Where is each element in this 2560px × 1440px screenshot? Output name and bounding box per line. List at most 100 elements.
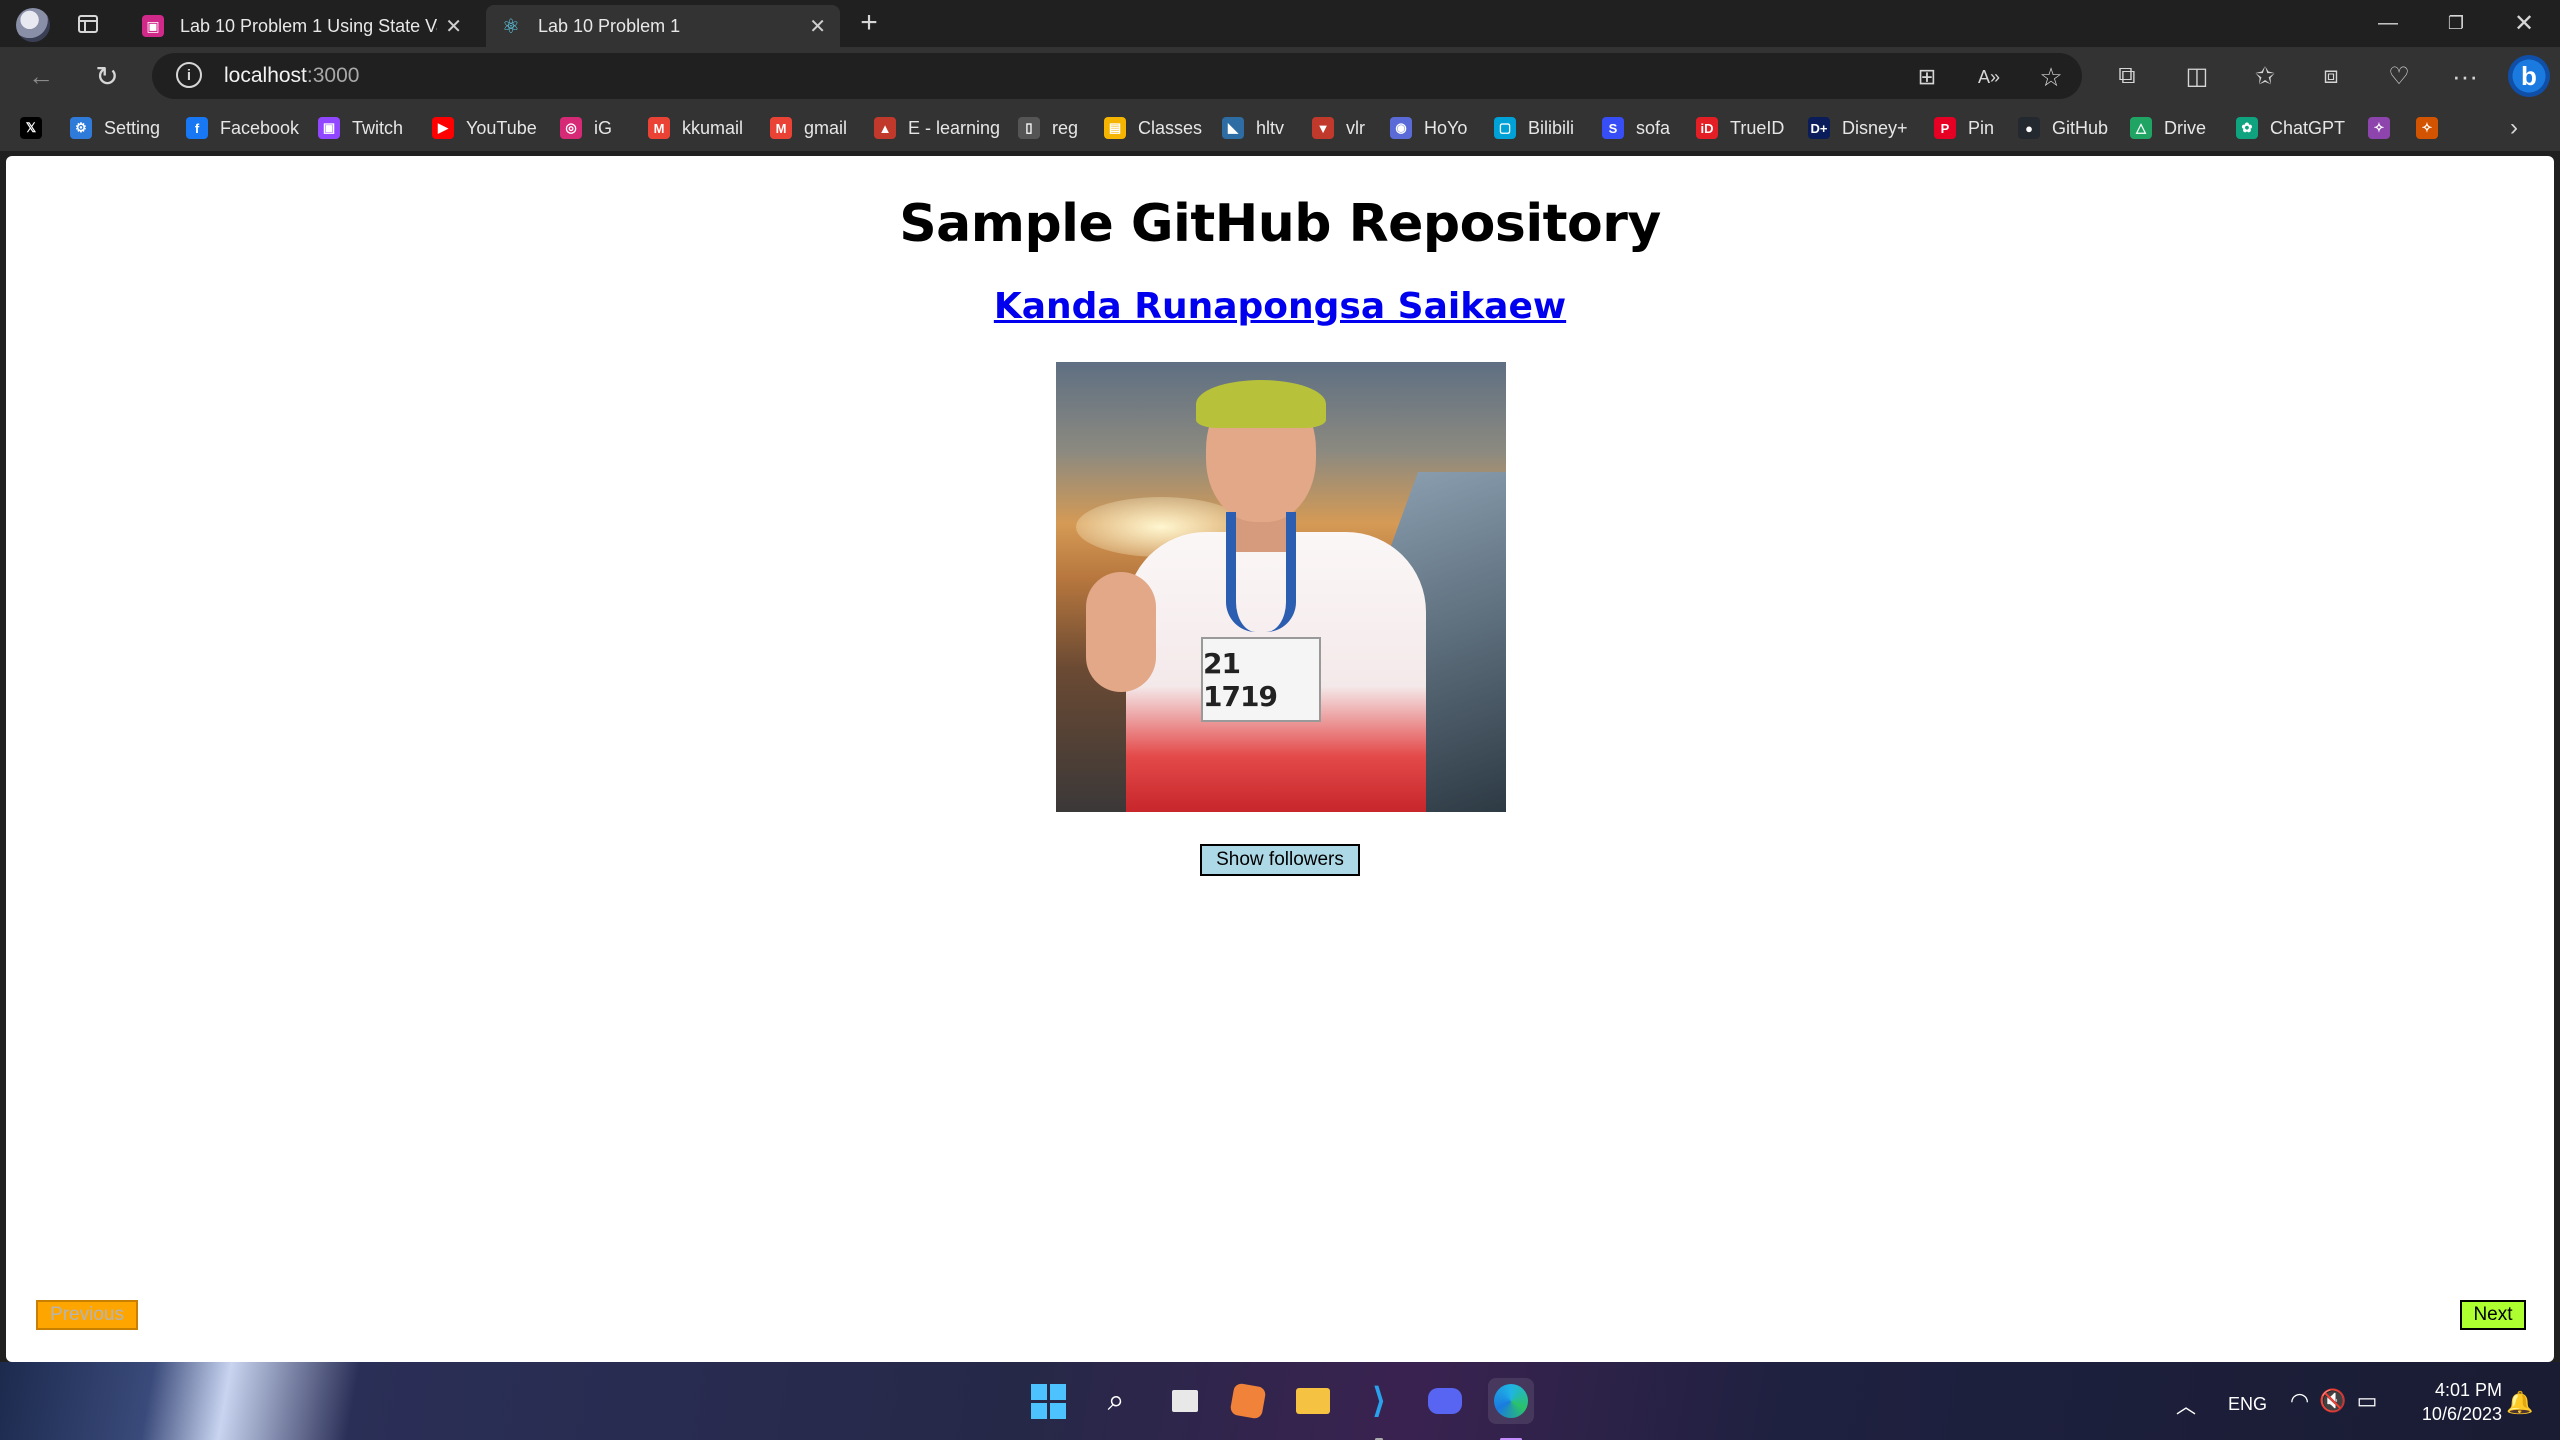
bookmark-setting[interactable]: ⚙ Setting [70, 115, 160, 141]
clock[interactable]: 4:01 PM 10/6/2023 [2418, 1378, 2502, 1426]
bookmarks-overflow-chevron-icon[interactable]: › [2510, 114, 2518, 141]
collections-icon[interactable]: ⧈ [2314, 59, 2348, 93]
volume-muted-icon: 🔇 [2319, 1388, 2357, 1413]
bookmark-label: Drive [2164, 117, 2207, 138]
app-available-icon[interactable]: ⊞ [1912, 62, 1942, 92]
read-aloud-icon[interactable]: A» [1974, 62, 2004, 92]
hoyo-icon: ◉ [1390, 117, 1412, 139]
bookmark-label: kkumail [682, 117, 744, 138]
bookmark-twitch[interactable]: ▣ Twitch [318, 115, 403, 141]
bookmark-pin[interactable]: P Pin [1934, 115, 1994, 141]
bookmark-youtube[interactable]: ▶ YouTube [432, 115, 537, 141]
bookmark-facebook[interactable]: f Facebook [186, 115, 299, 141]
gmail-icon: M [770, 117, 792, 139]
extensions-puzzle-icon[interactable]: ⧉ [2110, 59, 2144, 93]
next-button[interactable]: Next [2460, 1300, 2526, 1330]
trueid-icon: iD [1696, 117, 1718, 139]
maximize-button[interactable]: ❐ [2422, 0, 2490, 46]
clock-date: 10/6/2023 [2421, 1404, 2502, 1424]
bookmark-label: Bilibili [1528, 117, 1575, 138]
favorites-icon[interactable]: ✩ [2248, 59, 2282, 93]
bookmark-label: E - learning [908, 117, 1001, 138]
owner-profile-link[interactable]: Kanda Runapongsa Saikaew [994, 286, 1566, 327]
bookmarks-bar: 𝕏 ⚙ Setting f Facebook ▣ Twitch ▶ YouTube ◎ iG Mkku… [0, 105, 2560, 151]
minimize-button[interactable]: — [2354, 0, 2422, 46]
bookmark-github[interactable]: ● GitHub [2018, 115, 2108, 141]
discord-icon[interactable] [1422, 1378, 1468, 1424]
tray-status-icons[interactable]: ◠🔇▭ [2290, 1388, 2387, 1414]
url-text: localhost:3000 [224, 64, 359, 88]
facebook-icon: f [186, 117, 208, 139]
bookmark-trueid[interactable]: iD TrueID [1696, 115, 1784, 141]
bookmark-bookmark-app-icon-2[interactable]: ✧ [2416, 115, 2450, 141]
previous-button[interactable]: Previous [36, 1300, 138, 1330]
back-arrow-icon[interactable]: ← [24, 59, 58, 93]
battery-icon: ▭ [2356, 1388, 2388, 1413]
close-tab-icon[interactable]: ✕ [809, 14, 826, 39]
input-language[interactable]: ENG [2228, 1394, 2267, 1415]
bookmark-hoyo[interactable]: ◉ HoYo [1390, 115, 1467, 141]
app-orange-icon[interactable] [1225, 1378, 1271, 1424]
bookmark-chatgpt[interactable]: ✿ ChatGPT [2236, 115, 2345, 141]
start-windows-icon[interactable] [1025, 1378, 1071, 1424]
bookmark-label: Classes [1138, 117, 1203, 138]
bookmark-classes[interactable]: ▤ Classes [1104, 115, 1202, 141]
github-icon: ● [2018, 117, 2040, 139]
address-input[interactable]: i localhost:3000 ⊞ A» ☆ [152, 53, 2082, 99]
reload-icon[interactable]: ↻ [90, 59, 124, 93]
tab-actions-icon[interactable] [74, 10, 102, 38]
bing-copilot-icon[interactable]: b [2508, 55, 2550, 97]
bookmark-vlr[interactable]: ▼ vlr [1312, 115, 1365, 141]
bookmark-e-learning[interactable]: ▲ E - learning [874, 115, 1000, 141]
search-icon[interactable]: ⌕ [1093, 1378, 1139, 1424]
bookmark-kkumail[interactable]: Mkkumail [648, 115, 743, 141]
site-info-icon[interactable]: i [176, 62, 202, 88]
bookmark-disney-[interactable]: D+ Disney+ [1808, 115, 1908, 141]
bookmark-label: YouTube [466, 117, 537, 138]
edge-browser-icon[interactable] [1488, 1378, 1534, 1424]
x-logo-icon: 𝕏 [20, 117, 42, 139]
tab-lab10-active[interactable]: ⚛ Lab 10 Problem 1 ✕ [486, 5, 840, 47]
bookmark-label: ChatGPT [2270, 117, 2346, 138]
close-tab-icon[interactable]: ✕ [445, 14, 462, 39]
task-view-icon[interactable] [1162, 1378, 1208, 1424]
bookmark-label: sofa [1636, 117, 1671, 138]
browser-essentials-icon[interactable]: ♡ [2382, 59, 2416, 93]
bookmark-sofa[interactable]: Ssofa [1602, 115, 1670, 141]
split-screen-icon[interactable]: ◫ [2180, 59, 2214, 93]
page-icon: ▯ [1018, 117, 1040, 139]
new-tab-button[interactable]: + [852, 6, 886, 40]
bookmark-gmail[interactable]: Mgmail [770, 115, 847, 141]
tab-lab10-state[interactable]: ▣ Lab 10 Problem 1 Using State Va ✕ [128, 5, 476, 47]
vlr-icon: ▼ [1312, 117, 1334, 139]
bookmark-ig[interactable]: ◎ iG [560, 115, 612, 141]
bookmark-bilibili[interactable]: ▢ Bilibili [1494, 115, 1574, 141]
bookmark-x-logo-icon[interactable]: 𝕏 [20, 115, 54, 141]
tab-label: Lab 10 Problem 1 Using State Va [180, 15, 438, 36]
bookmark-label: gmail [804, 117, 848, 138]
bookmark-drive[interactable]: △ Drive [2130, 115, 2206, 141]
favorite-star-icon[interactable]: ☆ [2036, 62, 2066, 92]
bookmark-label: Setting [104, 117, 161, 138]
owner-link-wrapper: Kanda Runapongsa Saikaew [6, 286, 2554, 327]
notification-bell-icon[interactable]: 🔔 [2506, 1390, 2533, 1416]
file-explorer-icon[interactable] [1290, 1378, 1336, 1424]
react-favicon-icon: ⚛ [502, 15, 520, 38]
vscode-icon[interactable]: ⟩ [1356, 1378, 1402, 1424]
close-window-button[interactable]: ✕ [2490, 0, 2558, 46]
tray-overflow-chevron-icon[interactable]: ︿ [2176, 1390, 2196, 1419]
bookmark-hltv[interactable]: ◣ hltv [1222, 115, 1284, 141]
profile-avatar-icon[interactable] [16, 8, 50, 42]
bookmark-reg[interactable]: ▯ reg [1018, 115, 1078, 141]
gear-icon: ⚙ [70, 117, 92, 139]
more-options-icon[interactable]: ··· [2448, 59, 2482, 93]
chatgpt-icon: ✿ [2236, 117, 2258, 139]
bookmark-label: vlr [1346, 117, 1365, 138]
owner-avatar-image: 21 1719 [1056, 362, 1506, 812]
show-followers-button[interactable]: Show followers [1200, 844, 1360, 876]
bookmark-bookmark-app-icon[interactable]: ✧ [2368, 115, 2402, 141]
page-viewport: Sample GitHub Repository Kanda Runapongs… [6, 156, 2554, 1362]
google-drive-icon: △ [2130, 117, 2152, 139]
twitch-icon: ▣ [318, 117, 340, 139]
bookmark-app-icon: ✧ [2368, 117, 2390, 139]
